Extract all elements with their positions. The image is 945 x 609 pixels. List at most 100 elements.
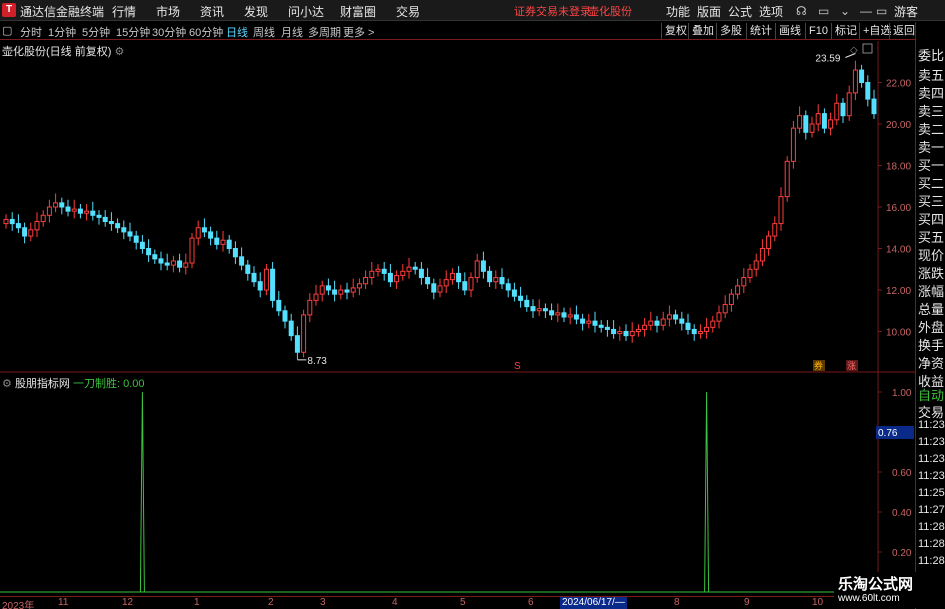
candle-body <box>189 237 195 264</box>
quote-label[interactable]: 委比 <box>918 45 944 64</box>
restore-icon[interactable]: ▭ <box>876 4 887 18</box>
candle-body <box>431 283 437 293</box>
period-monthly[interactable]: 月线 <box>281 24 303 40</box>
adjust-button[interactable]: 复权 <box>661 23 690 39</box>
chart-title-text: 壶化股份(日线 前复权) <box>2 46 112 58</box>
candle-body <box>71 208 77 212</box>
menu-layout[interactable]: 版面 <box>697 3 721 20</box>
quote-label[interactable]: 卖二 <box>918 119 944 138</box>
quote-label[interactable]: 换手 <box>918 335 944 354</box>
period-daily[interactable]: 日线 <box>226 24 248 40</box>
quote-label[interactable]: 卖四 <box>918 83 944 102</box>
toolbar-icon[interactable]: ▢ <box>2 24 12 37</box>
candle-body <box>251 272 257 283</box>
candle-body <box>846 92 852 117</box>
multi-stock-button[interactable]: 多股 <box>716 23 745 39</box>
candle-body <box>84 210 90 214</box>
menu-discover[interactable]: 发现 <box>244 3 268 20</box>
candle-body <box>710 320 716 328</box>
quote-label[interactable]: 买五 <box>918 227 944 246</box>
chevron-down-icon[interactable]: ⌄ <box>840 4 850 18</box>
ind-tick-label: 0.20 <box>892 548 912 559</box>
menu-news[interactable]: 资讯 <box>200 3 224 20</box>
menu-ask-xiaoda[interactable]: 问小达 <box>288 3 324 20</box>
candle-body <box>474 260 480 279</box>
candle-body <box>772 223 778 237</box>
back-button[interactable]: 返回 <box>889 23 918 39</box>
menu-market[interactable]: 市场 <box>156 3 180 20</box>
overlay-button[interactable]: 叠加 <box>688 23 717 39</box>
menu-function[interactable]: 功能 <box>666 3 690 20</box>
candle-body <box>871 98 877 115</box>
candle-body <box>518 295 524 301</box>
candle-body <box>673 314 679 320</box>
candle-body <box>443 279 449 287</box>
candle-body <box>648 320 654 326</box>
trade-time: 11:25 <box>918 487 945 499</box>
candle-body <box>437 285 443 293</box>
candle-body <box>790 127 796 162</box>
menu-options[interactable]: 选项 <box>759 3 783 20</box>
candle-body <box>536 308 542 312</box>
candle-body <box>288 320 294 337</box>
period-30min[interactable]: 30分钟 <box>152 24 186 40</box>
indicator-panel[interactable]: 1.000.800.600.400.20 0.76 ⚙ 股朋指标网 一刀制胜: … <box>0 373 915 595</box>
quote-label[interactable]: 总量 <box>918 299 944 318</box>
chat-icon[interactable]: ▭ <box>818 4 829 18</box>
candle-body <box>77 208 83 214</box>
period-60min[interactable]: 60分钟 <box>189 24 223 40</box>
menu-trade[interactable]: 交易 <box>396 3 420 20</box>
candles-group <box>3 60 877 360</box>
candle-body <box>784 160 790 198</box>
trade-login-status[interactable]: 证券交易未登录 <box>514 3 591 19</box>
menu-formula[interactable]: 公式 <box>728 3 752 20</box>
candle-body <box>307 299 313 316</box>
quote-label[interactable]: 净资 <box>918 353 944 372</box>
candle-body <box>778 196 784 225</box>
indicator-settings-icon[interactable]: ⚙ <box>2 378 12 390</box>
quote-label[interactable]: 买三 <box>918 191 944 210</box>
quote-label[interactable]: 卖五 <box>918 65 944 84</box>
guest-user[interactable]: 游客 <box>894 3 918 20</box>
f10-button[interactable]: F10 <box>805 23 831 39</box>
mark-button[interactable]: 标记 <box>831 23 860 39</box>
headset-icon[interactable]: ☊ <box>796 4 807 18</box>
menu-wealth-circle[interactable]: 财富圈 <box>340 3 376 20</box>
x-label: 3 <box>320 597 326 608</box>
candle-body <box>728 293 734 306</box>
settings-gear-icon[interactable]: ⚙ <box>114 46 124 58</box>
period-weekly[interactable]: 周线 <box>253 24 275 40</box>
quote-label[interactable]: 卖三 <box>918 101 944 120</box>
period-5min[interactable]: 5分钟 <box>82 24 110 40</box>
candle-body <box>270 268 276 301</box>
x-label: 5 <box>460 597 466 608</box>
quote-label[interactable]: 现价 <box>918 245 944 264</box>
quote-label[interactable]: 买一 <box>918 155 944 174</box>
candle-body <box>493 277 499 283</box>
minimize-icon[interactable]: — <box>860 4 872 18</box>
menu-quotes[interactable]: 行情 <box>112 3 136 20</box>
candle-body <box>598 324 604 328</box>
candle-body <box>524 299 530 308</box>
period-intraday[interactable]: 分时 <box>20 24 42 40</box>
quote-label[interactable]: 涨跌 <box>918 263 944 282</box>
candle-body <box>449 272 455 281</box>
quote-label[interactable]: 买四 <box>918 209 944 228</box>
statistics-button[interactable]: 统计 <box>746 23 775 39</box>
main-price-chart[interactable]: 22.00 20.00 18.00 16.00 14.00 12.00 10.00 23.5… <box>0 41 915 373</box>
candle-body <box>40 214 46 223</box>
quote-label[interactable]: 买二 <box>918 173 944 192</box>
cursor-value: 0.76 <box>878 428 898 439</box>
candle-body <box>530 306 536 312</box>
quote-label[interactable]: 外盘 <box>918 317 944 336</box>
draw-line-button[interactable]: 画线 <box>775 23 804 39</box>
quote-label[interactable]: 卖一 <box>918 137 944 156</box>
trade-time: 11:27 <box>918 504 945 516</box>
candle-body <box>332 289 338 295</box>
quote-label[interactable]: 涨幅 <box>918 281 944 300</box>
period-more[interactable]: 更多 > <box>343 24 374 40</box>
period-1min[interactable]: 1分钟 <box>48 24 76 40</box>
period-multi[interactable]: 多周期 <box>308 24 341 40</box>
period-15min[interactable]: 15分钟 <box>116 24 150 40</box>
y-tick-label: 14.00 <box>886 245 911 256</box>
